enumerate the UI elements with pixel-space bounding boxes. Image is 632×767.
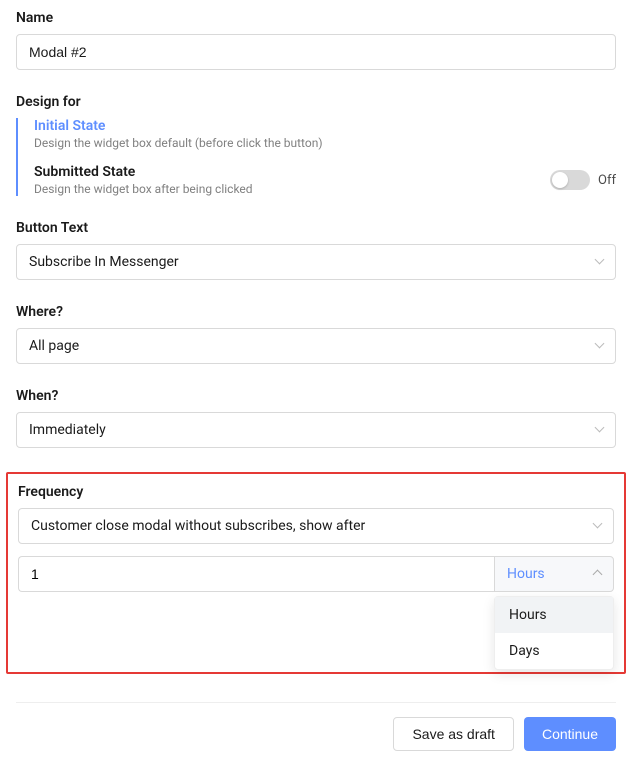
state-initial-desc: Design the widget box default (before cl… <box>34 136 616 150</box>
frequency-condition-value: Customer close modal without subscribes,… <box>31 518 365 534</box>
toggle-knob <box>552 172 568 188</box>
frequency-highlight: Frequency Customer close modal without s… <box>6 472 626 674</box>
when-value: Immediately <box>29 422 106 438</box>
chevron-up-icon <box>594 566 601 582</box>
where-value: All page <box>29 338 79 354</box>
where-label: Where? <box>16 304 616 320</box>
button-text-section: Button Text Subscribe In Messenger <box>16 220 616 280</box>
state-submitted-title: Submitted State <box>34 164 253 180</box>
state-initial-title: Initial State <box>34 118 616 134</box>
name-input[interactable] <box>16 34 616 70</box>
state-initial[interactable]: Initial State Design the widget box defa… <box>34 118 616 150</box>
submitted-toggle-wrap: Off <box>550 170 616 190</box>
state-submitted-desc: Design the widget box after being clicke… <box>34 182 253 196</box>
save-draft-button[interactable]: Save as draft <box>393 717 514 751</box>
where-select[interactable]: All page <box>16 328 616 364</box>
design-for-label: Design for <box>16 94 616 110</box>
name-label: Name <box>16 10 616 26</box>
submitted-toggle-label: Off <box>598 173 616 188</box>
footer: Save as draft Continue <box>16 702 616 751</box>
frequency-unit-select[interactable]: Hours <box>494 556 614 592</box>
button-text-value: Subscribe In Messenger <box>29 254 179 270</box>
button-text-select[interactable]: Subscribe In Messenger <box>16 244 616 280</box>
where-section: Where? All page <box>16 304 616 364</box>
design-for-section: Design for Initial State Design the widg… <box>16 94 616 196</box>
when-section: When? Immediately <box>16 388 616 448</box>
dropdown-option-hours[interactable]: Hours <box>495 597 613 633</box>
design-states-list: Initial State Design the widget box defa… <box>16 118 616 196</box>
frequency-condition-select[interactable]: Customer close modal without subscribes,… <box>18 508 614 544</box>
chevron-down-icon <box>596 254 603 270</box>
when-select[interactable]: Immediately <box>16 412 616 448</box>
frequency-label: Frequency <box>18 484 614 500</box>
chevron-down-icon <box>596 422 603 438</box>
frequency-row: Hours Hours Days <box>18 556 614 592</box>
chevron-down-icon <box>594 518 601 534</box>
dropdown-option-days[interactable]: Days <box>495 633 613 669</box>
state-submitted[interactable]: Submitted State Design the widget box af… <box>34 164 616 196</box>
chevron-down-icon <box>596 338 603 354</box>
frequency-unit-value: Hours <box>507 566 545 582</box>
when-label: When? <box>16 388 616 404</box>
name-section: Name <box>16 10 616 70</box>
submitted-toggle[interactable] <box>550 170 590 190</box>
frequency-unit-dropdown: Hours Days <box>494 596 614 670</box>
frequency-amount-input[interactable] <box>18 556 494 592</box>
button-text-label: Button Text <box>16 220 616 236</box>
continue-button[interactable]: Continue <box>524 717 616 751</box>
